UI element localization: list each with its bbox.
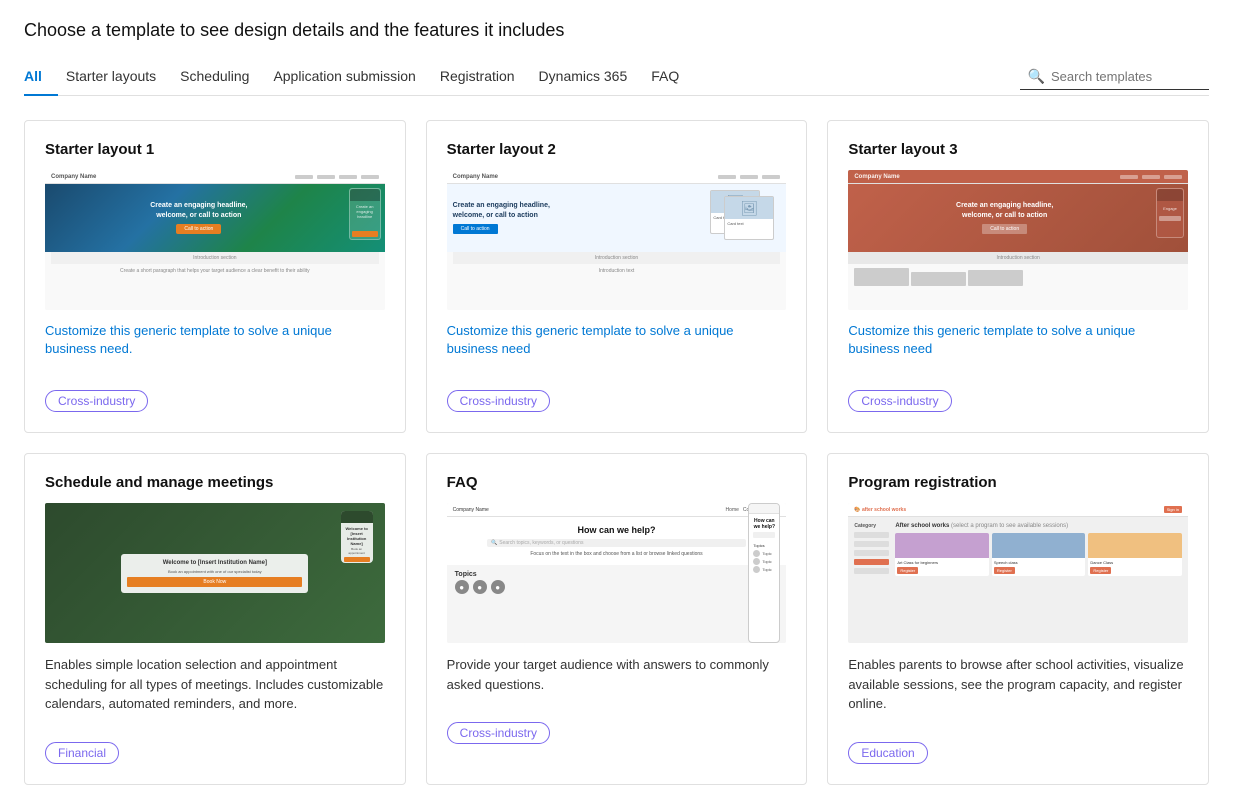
card-starter-3[interactable]: Starter layout 3 Company Name Create an … <box>827 120 1209 433</box>
tab-scheduling[interactable]: Scheduling <box>180 60 265 96</box>
search-box: 🔍 <box>1020 64 1209 90</box>
card-image-schedule: Welcome to [Insert Institution Name] Boo… <box>45 503 385 643</box>
card-description: Customize this generic template to solve… <box>45 322 385 358</box>
card-description: Enables parents to browse after school a… <box>848 655 1188 714</box>
card-title: Starter layout 2 <box>447 141 787 158</box>
tab-faq[interactable]: FAQ <box>651 60 695 96</box>
search-icon: 🔍 <box>1028 68 1045 85</box>
tab-starter-layouts[interactable]: Starter layouts <box>66 60 172 96</box>
card-title: Starter layout 3 <box>848 141 1188 158</box>
nav-bar: All Starter layouts Scheduling Applicati… <box>24 59 1209 96</box>
card-title: Program registration <box>848 474 1188 491</box>
card-image-starter-2: Company Name Create an engaging headline… <box>447 170 787 310</box>
tab-registration[interactable]: Registration <box>440 60 531 96</box>
card-title: FAQ <box>447 474 787 491</box>
nav-tabs: All Starter layouts Scheduling Applicati… <box>24 59 1020 95</box>
search-input[interactable] <box>1051 69 1201 84</box>
card-schedule[interactable]: Schedule and manage meetings Welcome to … <box>24 453 406 785</box>
card-tag: Education <box>848 742 927 764</box>
card-tag: Cross-industry <box>447 390 550 412</box>
card-image-starter-1: Company Name Create an engaging headline… <box>45 170 385 310</box>
card-starter-2[interactable]: Starter layout 2 Company Name Create an … <box>426 120 808 433</box>
page-heading: Choose a template to see design details … <box>24 20 1209 41</box>
tab-application-submission[interactable]: Application submission <box>273 60 431 96</box>
card-image-faq: Company Name Home Contact Staff How can … <box>447 503 787 643</box>
card-description: Customize this generic template to solve… <box>447 322 787 358</box>
card-faq[interactable]: FAQ Company Name Home Contact Staff How … <box>426 453 808 785</box>
card-tag: Cross-industry <box>45 390 148 412</box>
card-title: Schedule and manage meetings <box>45 474 385 491</box>
card-description: Enables simple location selection and ap… <box>45 655 385 714</box>
card-program-registration[interactable]: Program registration 🎨 after school work… <box>827 453 1209 785</box>
cards-grid: Starter layout 1 Company Name Create an … <box>24 120 1209 785</box>
card-starter-1[interactable]: Starter layout 1 Company Name Create an … <box>24 120 406 433</box>
card-image-starter-3: Company Name Create an engaging headline… <box>848 170 1188 310</box>
card-tag: Cross-industry <box>447 722 550 744</box>
card-description: Provide your target audience with answer… <box>447 655 787 694</box>
card-description: Customize this generic template to solve… <box>848 322 1188 358</box>
card-image-program: 🎨 after school works Sign in Category Af… <box>848 503 1188 643</box>
card-tag: Financial <box>45 742 119 764</box>
card-tag: Cross-industry <box>848 390 951 412</box>
tab-dynamics365[interactable]: Dynamics 365 <box>539 60 644 96</box>
card-title: Starter layout 1 <box>45 141 385 158</box>
tab-all[interactable]: All <box>24 60 58 96</box>
